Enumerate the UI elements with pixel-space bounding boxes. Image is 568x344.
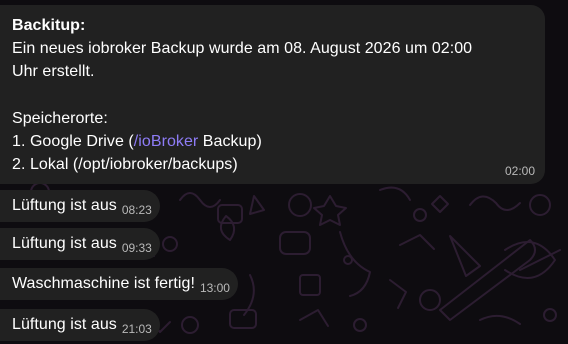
- message-time: 21:03: [121, 322, 152, 336]
- text-segment: Backup): [198, 133, 262, 150]
- message-text: Lüftung ist aus: [12, 197, 117, 214]
- text-segment: 1. Google Drive (: [12, 133, 134, 150]
- message-text: Lüftung ist aus: [12, 316, 117, 333]
- message-text: Waschmaschine ist fertig!: [12, 275, 195, 292]
- message-bubble[interactable]: Lüftung ist aus 09:33: [0, 228, 160, 260]
- message-bubble[interactable]: Lüftung ist aus 08:23: [0, 190, 160, 222]
- message-line: Speicherorte:: [12, 109, 108, 127]
- message-time: 02:00: [504, 164, 535, 178]
- message-time: 09:33: [121, 241, 152, 255]
- message-bubble-backup[interactable]: Backitup: Ein neues iobroker Backup wurd…: [0, 5, 545, 184]
- message-time: 08:23: [121, 203, 152, 217]
- link-iobroker[interactable]: /ioBroker: [134, 133, 198, 150]
- message-time: 13:00: [199, 281, 230, 295]
- sender-name: Backitup:: [12, 17, 86, 34]
- message-line: Uhr erstellt.: [12, 63, 95, 81]
- message-bubble[interactable]: Waschmaschine ist fertig! 13:00: [0, 268, 238, 300]
- message-text: Backitup: Ein neues iobroker Backup wurd…: [12, 14, 533, 176]
- message-line: 2. Lokal (/opt/iobroker/backups): [12, 156, 238, 174]
- message-line: Ein neues iobroker Backup wurde am 08. A…: [12, 40, 473, 58]
- message-text: Lüftung ist aus: [12, 235, 117, 252]
- message-line: 1. Google Drive (/ioBroker Backup): [12, 130, 533, 153]
- message-bubble[interactable]: Lüftung ist aus 21:03: [0, 309, 160, 341]
